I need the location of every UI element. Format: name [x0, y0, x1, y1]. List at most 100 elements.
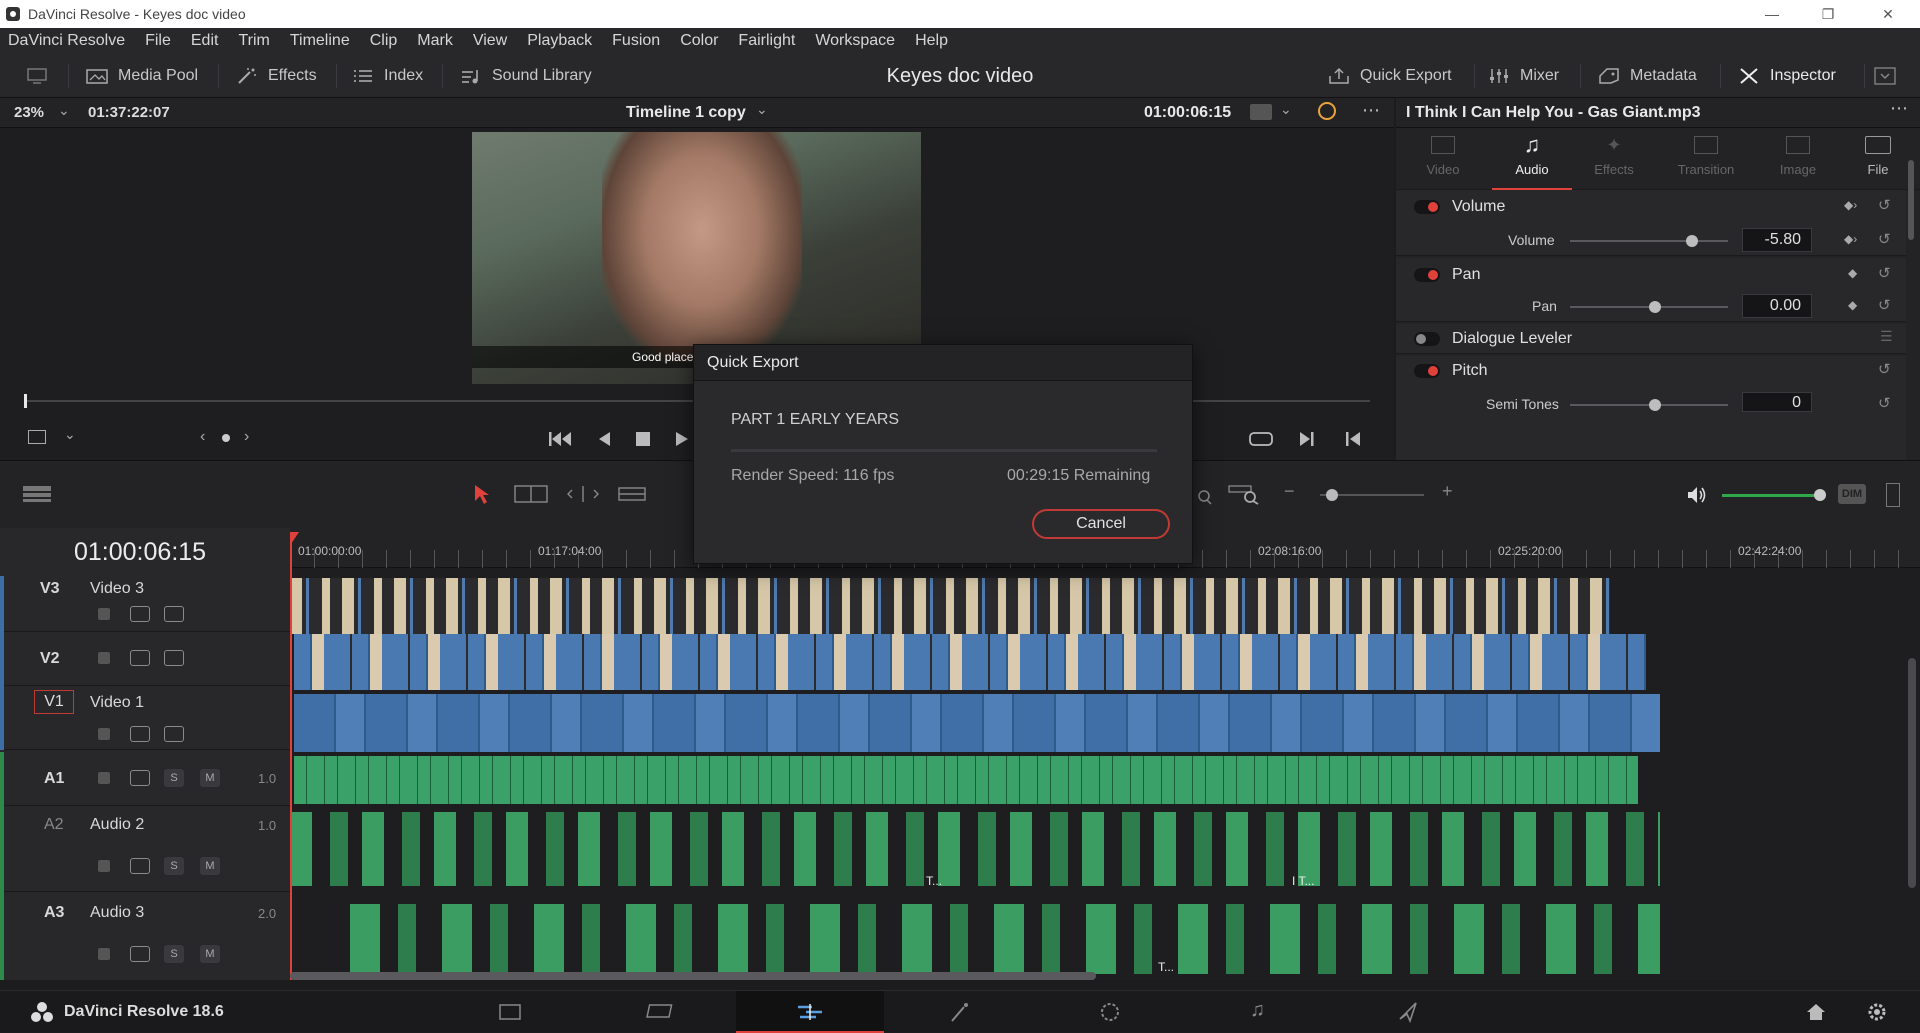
semitones-value[interactable]: 0 [1742, 392, 1812, 412]
volume-slider[interactable] [1570, 240, 1728, 242]
lock-icon[interactable] [98, 608, 110, 620]
zoom-full-icon[interactable] [1190, 485, 1212, 505]
track-name[interactable]: Audio 3 [90, 904, 144, 922]
quick-export-button[interactable]: Quick Export [1328, 54, 1452, 98]
minimize-button[interactable]: — [1744, 0, 1800, 28]
auto-track-select-icon[interactable] [130, 606, 150, 622]
blade-edit-icon[interactable] [618, 487, 646, 501]
timeline-view-options-icon[interactable] [22, 485, 52, 503]
collapse-panel-button[interactable] [1874, 54, 1906, 98]
auto-track-select-icon[interactable] [130, 946, 150, 962]
play-reverse-icon[interactable] [596, 430, 612, 448]
auto-track-select-icon[interactable] [130, 650, 150, 666]
zoom-out-icon[interactable]: − [1284, 481, 1295, 502]
audio-meter-toggle-icon[interactable] [1886, 483, 1900, 507]
dim-button[interactable]: DIM [1838, 484, 1866, 504]
menu-davinci-resolve[interactable]: DaVinci Resolve [8, 32, 125, 50]
menu-view[interactable]: View [473, 32, 507, 50]
menu-fusion[interactable]: Fusion [612, 32, 660, 50]
volume-keyframe-icon[interactable]: ◆› [1844, 232, 1857, 246]
track-a1-clips[interactable] [294, 756, 1638, 804]
timeline-vertical-scrollbar[interactable] [1908, 658, 1916, 888]
menu-clip[interactable]: Clip [370, 32, 398, 50]
auto-track-select-icon[interactable] [130, 770, 150, 786]
fairlight-page-icon[interactable]: ♫ [1250, 999, 1265, 1022]
marker-dot-icon[interactable] [222, 434, 230, 442]
pitch-reset-icon[interactable]: ↺ [1878, 360, 1891, 378]
dialogue-leveler-toggle[interactable] [1414, 332, 1440, 346]
deliver-page-icon[interactable] [1396, 1001, 1420, 1023]
timeline-playhead[interactable] [290, 538, 292, 980]
cut-page-icon[interactable] [646, 1003, 676, 1021]
speaker-icon[interactable] [1686, 485, 1708, 505]
track-v2-clips[interactable] [294, 634, 1646, 690]
track-v3-clips[interactable] [290, 578, 1610, 634]
menu-fairlight[interactable]: Fairlight [738, 32, 795, 50]
track-a2-clips[interactable] [290, 812, 1660, 886]
pan-toggle[interactable] [1414, 268, 1440, 282]
media-page-icon[interactable] [498, 1003, 522, 1021]
auto-track-select-icon[interactable] [130, 726, 150, 742]
menu-playback[interactable]: Playback [527, 32, 592, 50]
overlay-chevron-icon[interactable]: ⌄ [1280, 101, 1292, 118]
play-icon[interactable] [674, 430, 690, 448]
prev-edit-icon[interactable]: ‹ [200, 428, 205, 446]
lock-icon[interactable] [98, 948, 110, 960]
zoom-chevron-icon[interactable]: ⌄ [58, 102, 70, 119]
track-name[interactable]: Audio 2 [90, 816, 144, 834]
inspector-scrollbar[interactable] [1908, 160, 1914, 240]
next-edit-icon[interactable]: › [244, 428, 249, 446]
monitor-volume-slider[interactable] [1722, 494, 1822, 497]
video-enable-icon[interactable] [164, 606, 184, 622]
tab-audio[interactable]: ♫ Audio [1492, 128, 1572, 190]
pan-value-keyframe-icon[interactable]: ◆ [1848, 298, 1857, 312]
transform-icon[interactable] [28, 430, 46, 444]
home-icon[interactable] [1806, 1003, 1826, 1021]
auto-track-select-icon[interactable] [130, 858, 150, 874]
mute-button[interactable]: M [200, 857, 220, 875]
timeline-name-dropdown[interactable]: Timeline 1 copy [626, 104, 746, 122]
inspector-menu-icon[interactable]: ⋯ [1890, 98, 1908, 119]
track-id-source-patch[interactable]: V1 [34, 690, 74, 714]
pan-slider-knob[interactable] [1649, 301, 1661, 313]
menu-file[interactable]: File [145, 32, 171, 50]
timeline-horizontal-scrollbar[interactable] [290, 972, 1096, 980]
tab-video[interactable]: Video [1408, 128, 1478, 190]
video-enable-icon[interactable] [164, 650, 184, 666]
video-enable-icon[interactable] [164, 726, 184, 742]
cancel-button[interactable]: Cancel [1032, 509, 1170, 539]
track-a3-clips[interactable] [350, 904, 1660, 974]
volume-value[interactable]: -5.80 [1742, 228, 1812, 252]
lock-icon[interactable] [98, 860, 110, 872]
dynamic-trim-icon[interactable] [566, 485, 600, 503]
monitor-volume-knob[interactable] [1814, 489, 1826, 501]
timeline-timecode[interactable]: 01:00:06:15 [74, 538, 206, 567]
zoom-detail-icon[interactable] [1228, 483, 1260, 505]
lock-icon[interactable] [98, 652, 110, 664]
reset-icon[interactable]: ↺ [1878, 196, 1891, 214]
index-button[interactable]: Index [352, 54, 423, 98]
trim-edit-icon[interactable] [514, 485, 548, 503]
menu-timeline[interactable]: Timeline [290, 32, 350, 50]
tab-file[interactable]: File [1840, 128, 1916, 190]
zoom-in-icon[interactable]: + [1442, 481, 1453, 502]
volume-reset-icon[interactable]: ↺ [1878, 230, 1891, 248]
mute-button[interactable]: M [200, 769, 220, 787]
stop-icon[interactable] [634, 430, 652, 448]
pitch-toggle[interactable] [1414, 364, 1440, 378]
track-id[interactable]: V2 [40, 650, 60, 668]
media-pool-button[interactable]: Media Pool [86, 54, 198, 98]
sound-library-button[interactable]: Sound Library [460, 54, 592, 98]
inspector-button[interactable]: Inspector [1738, 54, 1836, 98]
solo-button[interactable]: S [164, 857, 184, 875]
lock-icon[interactable] [98, 772, 110, 784]
settings-gear-icon[interactable] [1866, 1001, 1888, 1023]
fusion-page-icon[interactable] [948, 1001, 972, 1023]
close-button[interactable]: ✕ [1860, 0, 1916, 28]
mixer-button[interactable]: Mixer [1488, 54, 1559, 98]
metadata-button[interactable]: Metadata [1598, 54, 1697, 98]
zoom-slider-knob[interactable] [1326, 489, 1338, 501]
track-id[interactable]: A2 [44, 816, 64, 834]
zoom-level[interactable]: 23% [14, 104, 44, 121]
pan-reset-icon[interactable]: ↺ [1878, 296, 1891, 314]
